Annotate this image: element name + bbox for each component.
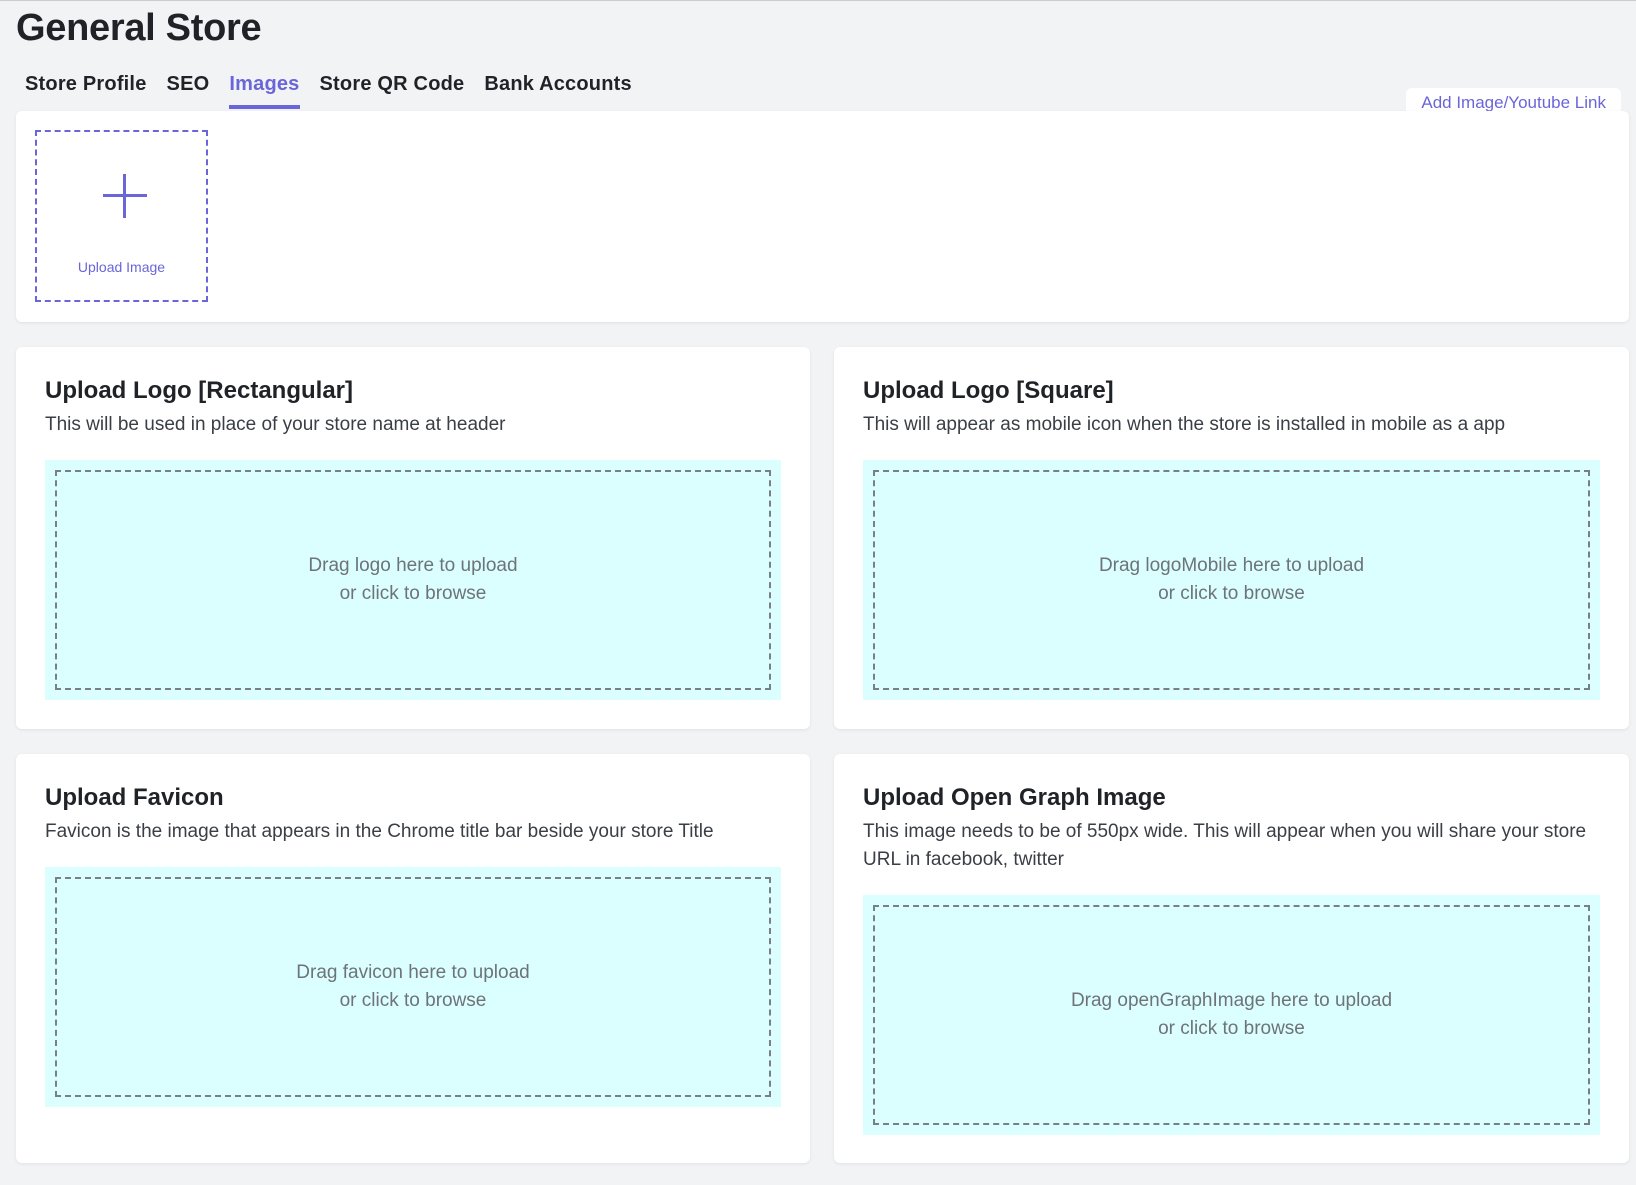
image-gallery-card: Upload Image [16,111,1629,322]
open-graph-image-dropzone[interactable]: Drag openGraphImage here to upload or cl… [863,895,1600,1135]
page-title: General Store [16,7,262,49]
tab-bank-accounts[interactable]: Bank Accounts [484,69,631,109]
dropzone-drag-text: Drag logoMobile here to upload [1098,555,1365,576]
upload-logo-rectangular-card: Upload Logo [Rectangular] This will be u… [16,347,810,729]
dropzone-browse-text: or click to browse [339,583,487,604]
upload-image-label: Upload Image [77,259,166,275]
card-title: Upload Logo [Rectangular] [45,377,353,404]
dropzone-browse-text: or click to browse [339,990,487,1011]
dropzone-browse-text: or click to browse [1158,1018,1305,1039]
tab-images[interactable]: Images [229,69,300,109]
tab-store-profile[interactable]: Store Profile [25,69,147,109]
dropzone-drag-text: Drag logo here to upload [308,555,518,576]
upload-favicon-card: Upload Favicon Favicon is the image that… [16,754,810,1163]
favicon-dropzone[interactable]: Drag favicon here to upload or click to … [45,867,781,1107]
dropzone-border: Drag favicon here to upload or click to … [55,877,771,1097]
card-title: Upload Favicon [45,784,224,811]
tab-bar: Store Profile SEO Images Store QR Code B… [25,69,652,109]
dropzone-drag-text: Drag favicon here to upload [296,962,530,983]
dropzone-browse-text: or click to browse [1158,583,1305,604]
card-description: This will be used in place of your store… [45,414,506,435]
page: General Store Store Profile SEO Images S… [0,0,1636,1185]
upload-image-button[interactable]: Upload Image [35,130,208,302]
card-description: This image needs to be of 550px wide. Th… [863,821,1587,870]
tab-seo[interactable]: SEO [167,69,210,109]
logo-square-dropzone[interactable]: Drag logoMobile here to upload or click … [863,460,1600,700]
dropzone-border: Drag logo here to upload or click to bro… [55,470,771,690]
tab-store-qr-code[interactable]: Store QR Code [320,69,465,109]
upload-logo-square-card: Upload Logo [Square] This will appear as… [834,347,1629,729]
upload-open-graph-image-card: Upload Open Graph Image This image needs… [834,754,1629,1163]
plus-icon [103,174,147,218]
card-title: Upload Logo [Square] [863,377,1114,404]
logo-rectangular-dropzone[interactable]: Drag logo here to upload or click to bro… [45,460,781,700]
card-description: This will appear as mobile icon when the… [863,414,1506,435]
dropzone-border: Drag openGraphImage here to upload or cl… [873,905,1590,1125]
card-description: Favicon is the image that appears in the… [45,821,714,842]
card-title: Upload Open Graph Image [863,784,1166,811]
dropzone-drag-text: Drag openGraphImage here to upload [1070,990,1393,1011]
dropzone-border: Drag logoMobile here to upload or click … [873,470,1590,690]
